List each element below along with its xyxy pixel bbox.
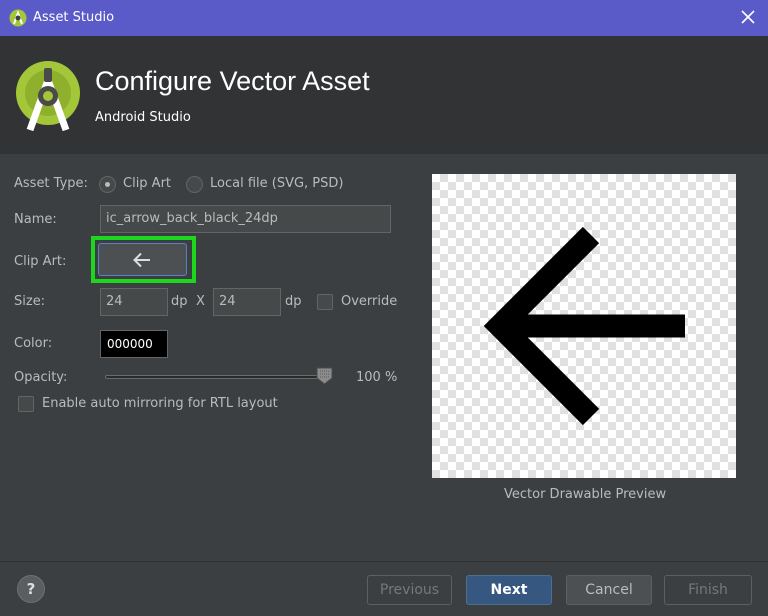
previous-button[interactable]: Previous	[367, 575, 452, 605]
size-label: Size:	[14, 294, 46, 309]
asset-type-label: Asset Type:	[14, 176, 88, 191]
radio-clip-art[interactable]	[99, 176, 116, 193]
clip-art-button[interactable]	[98, 243, 187, 276]
page-subtitle: Android Studio	[95, 110, 191, 125]
width-input[interactable]: 24	[100, 288, 168, 316]
arrow-back-icon	[133, 252, 150, 268]
name-input[interactable]: ic_arrow_back_black_24dp	[100, 205, 391, 233]
color-label: Color:	[14, 336, 53, 351]
size-times: X	[196, 294, 205, 309]
android-studio-icon	[9, 9, 27, 27]
opacity-value: 100 %	[356, 370, 398, 385]
help-button[interactable]: ?	[17, 575, 45, 603]
rtl-checkbox[interactable]	[18, 396, 34, 412]
height-unit: dp	[285, 294, 302, 309]
radio-local-file-label[interactable]: Local file (SVG, PSD)	[210, 176, 344, 191]
radio-local-file[interactable]	[186, 176, 203, 193]
cancel-button[interactable]: Cancel	[566, 575, 652, 605]
width-unit: dp	[171, 294, 188, 309]
opacity-label: Opacity:	[14, 370, 68, 385]
dialog-header: Configure Vector Asset Android Studio	[0, 36, 768, 154]
preview-caption: Vector Drawable Preview	[504, 487, 667, 502]
radio-clip-art-label[interactable]: Clip Art	[123, 176, 171, 191]
override-checkbox[interactable]	[317, 294, 333, 310]
slider-thumb-icon[interactable]	[316, 367, 333, 385]
rtl-label[interactable]: Enable auto mirroring for RTL layout	[42, 396, 278, 411]
title-bar: Asset Studio	[0, 0, 768, 36]
finish-button[interactable]: Finish	[664, 575, 752, 605]
footer-divider	[0, 561, 768, 562]
window-title: Asset Studio	[33, 10, 115, 25]
arrow-back-icon	[483, 226, 685, 426]
color-picker[interactable]: 000000	[100, 330, 168, 358]
clip-art-label: Clip Art:	[14, 254, 67, 269]
override-label[interactable]: Override	[341, 294, 397, 309]
name-label: Name:	[14, 212, 57, 227]
page-title: Configure Vector Asset	[95, 66, 370, 96]
height-input[interactable]: 24	[213, 288, 281, 316]
android-studio-logo	[16, 61, 80, 132]
vector-preview	[432, 174, 736, 478]
opacity-slider[interactable]	[105, 375, 325, 379]
next-button[interactable]: Next	[466, 575, 552, 605]
close-icon[interactable]	[738, 7, 758, 27]
